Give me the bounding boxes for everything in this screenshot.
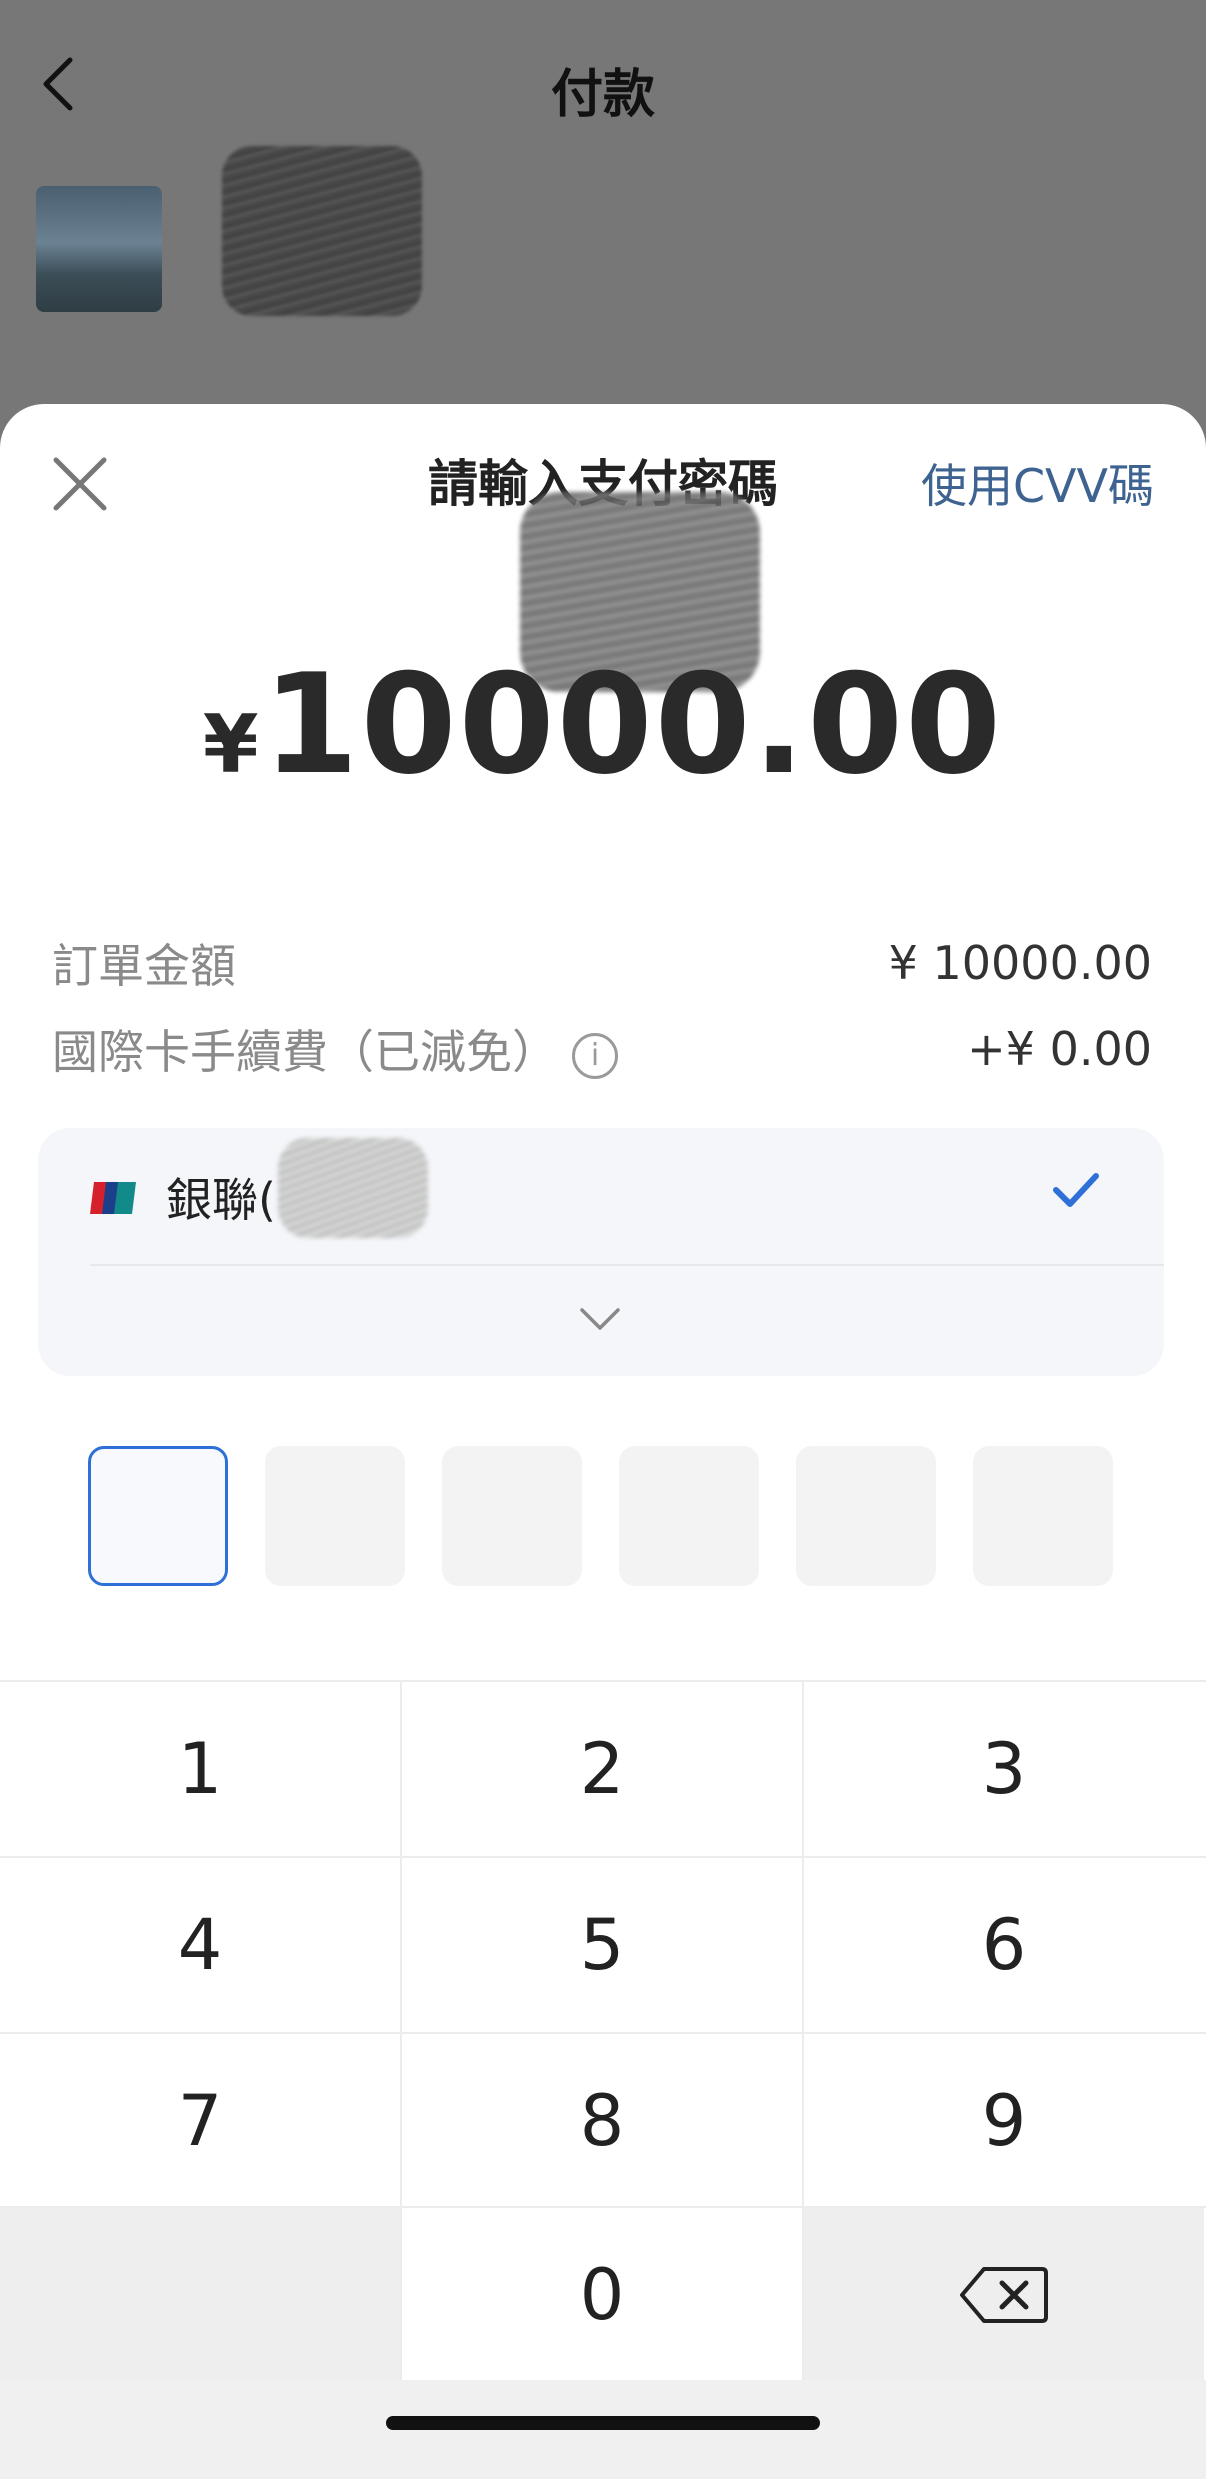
key-3[interactable]: 3 [804, 1682, 1204, 1856]
fee-label-wrap: 國際卡手續費（已減免） i [52, 1016, 618, 1082]
redacted-scribble [222, 146, 422, 316]
backspace-icon [960, 2267, 1048, 2323]
chevron-down-icon[interactable] [578, 1306, 622, 1334]
pin-digit-box[interactable] [442, 1446, 582, 1586]
key-7[interactable]: 7 [0, 2034, 400, 2208]
home-indicator[interactable] [386, 2416, 820, 2430]
delete-key[interactable] [804, 2208, 1204, 2382]
key-0[interactable]: 0 [402, 2208, 802, 2382]
fee-row: 國際卡手續費（已減免） i +¥ 0.00 [52, 1016, 1152, 1082]
numeric-keypad: 1 2 3 4 5 6 7 8 9 0 [0, 1680, 1206, 2382]
amount-currency: ¥ [202, 698, 259, 791]
key-5[interactable]: 5 [402, 1858, 802, 2032]
key-4[interactable]: 4 [0, 1858, 400, 2032]
background-page: 付款 [0, 0, 1206, 460]
pin-digit-box[interactable] [619, 1446, 759, 1586]
key-2[interactable]: 2 [402, 1682, 802, 1856]
use-cvv-link[interactable]: 使用CVV碼 [921, 450, 1154, 516]
card-name: 銀聯( [166, 1173, 276, 1227]
payment-sheet: 請輸入支付密碼 使用CVV碼 ¥10000.00 訂單金額 ¥ 10000.00… [0, 404, 1206, 2479]
fee-label: 國際卡手續費（已減免） [52, 1025, 558, 1079]
key-8[interactable]: 8 [402, 2034, 802, 2208]
info-icon[interactable]: i [572, 1032, 618, 1079]
pin-digit-box[interactable] [265, 1446, 405, 1586]
order-amount-value: ¥ 10000.00 [888, 936, 1152, 990]
order-amount-label: 訂單金額 [52, 939, 236, 993]
check-icon [1053, 1173, 1099, 1207]
home-bar-area [0, 2380, 1206, 2479]
divider [90, 1264, 1164, 1266]
key-9[interactable]: 9 [804, 2034, 1204, 2208]
redacted-scribble [278, 1138, 428, 1238]
pin-digit-box[interactable] [973, 1446, 1113, 1586]
key-6[interactable]: 6 [804, 1858, 1204, 2032]
divider [0, 2032, 1206, 2034]
product-thumbnail [36, 186, 162, 312]
key-1[interactable]: 1 [0, 1682, 400, 1856]
pin-digit-box[interactable] [88, 1446, 228, 1586]
pin-digit-box[interactable] [796, 1446, 936, 1586]
unionpay-icon [90, 1182, 136, 1214]
amount-value: 10000.00 [262, 644, 1004, 805]
fee-value: +¥ 0.00 [967, 1022, 1152, 1076]
divider [0, 1856, 1206, 1858]
order-amount-row: 訂單金額 ¥ 10000.00 [52, 930, 1152, 996]
payment-card-selector[interactable]: 銀聯( [38, 1128, 1164, 1376]
payment-amount: ¥10000.00 [0, 644, 1206, 805]
page-title: 付款 [550, 65, 655, 125]
key-empty [0, 2208, 400, 2382]
divider [0, 2206, 1206, 2208]
